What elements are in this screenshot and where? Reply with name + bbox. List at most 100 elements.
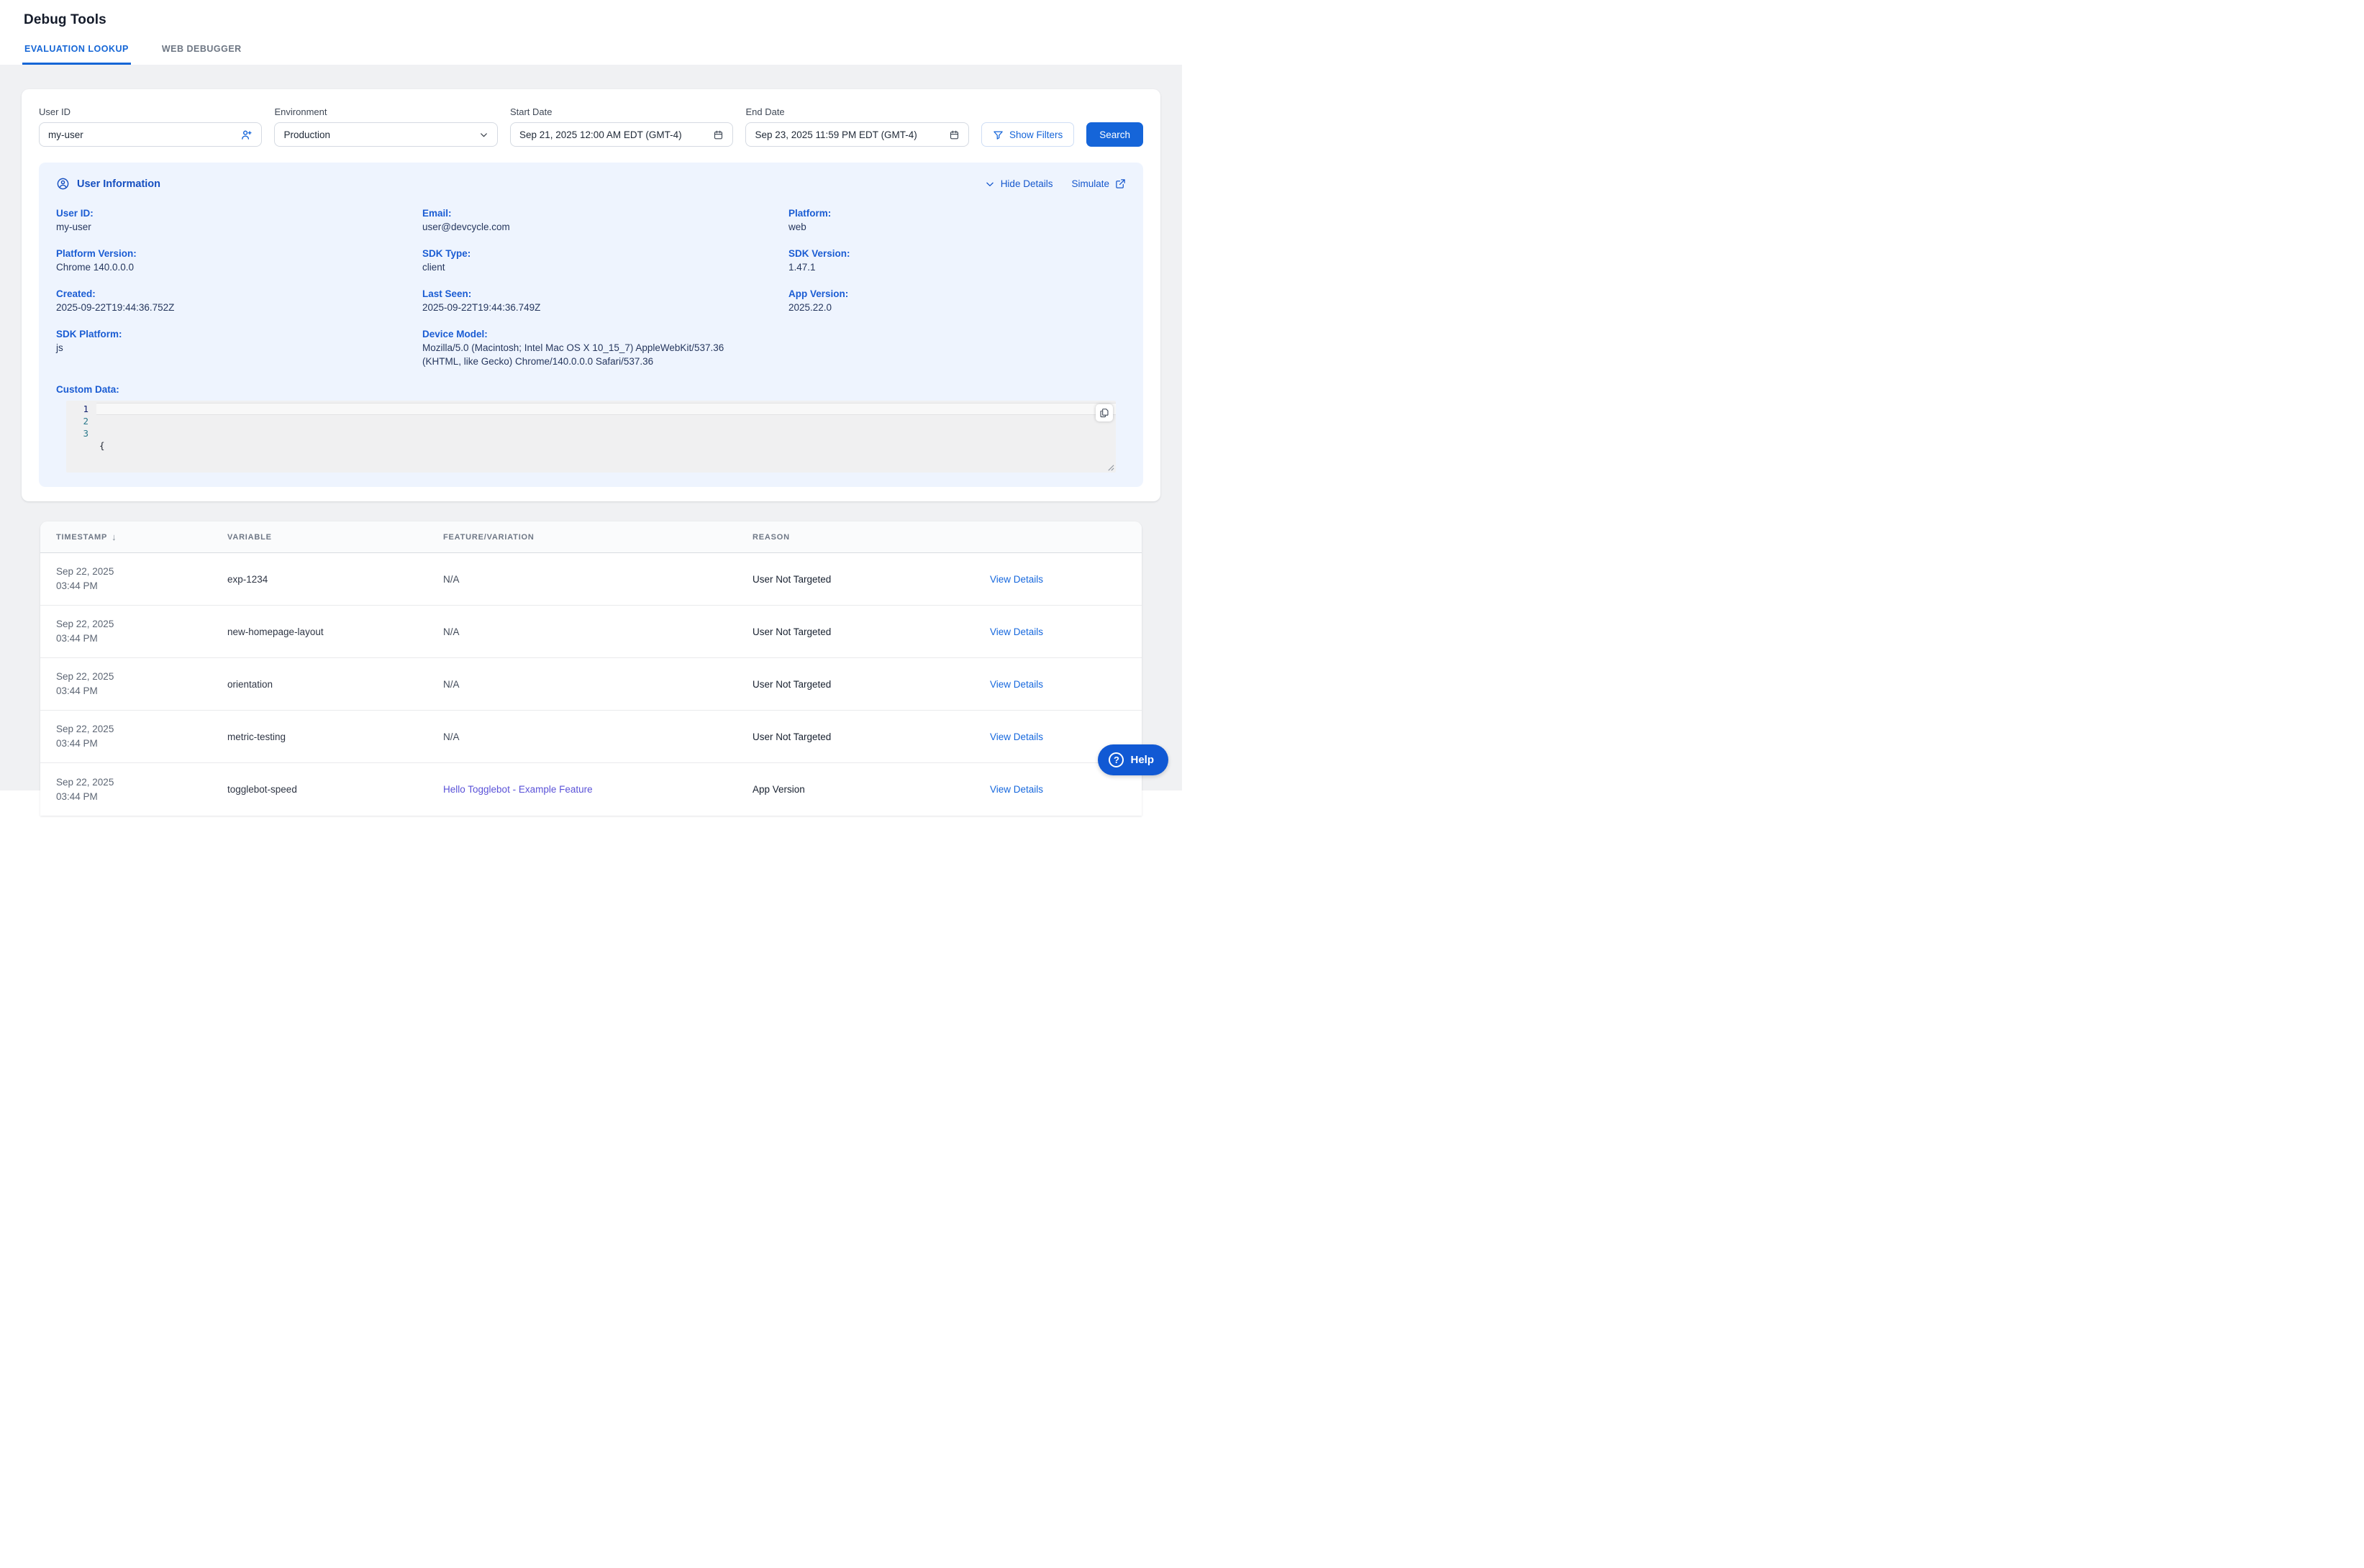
column-header-feature: FEATURE/VARIATION [443,533,753,542]
info-field-sdk-platform: SDK Platform: js [56,329,394,355]
hide-details-link[interactable]: Hide Details [985,178,1053,189]
user-information-panel: User Information Hide Details Simulate [39,163,1143,487]
info-value: 1.47.1 [788,261,1126,275]
start-date-input[interactable]: Sep 21, 2025 12:00 AM EDT (GMT-4) [510,122,733,147]
feature-cell: N/A [443,626,753,637]
feature-cell: N/A [443,679,753,690]
end-date-field: End Date Sep 23, 2025 11:59 PM EDT (GMT-… [745,106,968,147]
simulate-link[interactable]: Simulate [1071,178,1126,189]
info-field-user-id: User ID: my-user [56,208,394,234]
info-field-email: Email: user@devcycle.com [422,208,760,234]
column-header-timestamp[interactable]: TIMESTAMP ↓ [56,532,227,542]
page-title: Debug Tools [24,12,1182,28]
search-button[interactable]: Search [1086,122,1143,147]
info-label: Platform: [788,208,1126,219]
show-filters-label: Show Filters [1009,129,1063,140]
evaluations-table: TIMESTAMP ↓ VARIABLE FEATURE/VARIATION R… [40,521,1142,816]
line-number: 3 [66,427,88,439]
info-value: my-user [56,221,394,234]
code-line-1: { [96,439,1116,452]
filter-funnel-icon [993,129,1004,140]
info-field-app-version: App Version: 2025.22.0 [788,288,1126,315]
info-label: Email: [422,208,760,219]
variable-cell: togglebot-speed [227,784,443,795]
feature-cell: N/A [443,731,753,742]
user-info-title-wrap: User Information [56,177,160,191]
user-info-title: User Information [77,178,160,190]
table-header-row: TIMESTAMP ↓ VARIABLE FEATURE/VARIATION R… [40,521,1142,553]
user-info-header: User Information Hide Details Simulate [56,177,1126,191]
start-date-label: Start Date [510,106,733,117]
view-details-link[interactable]: View Details [990,731,1142,742]
calendar-icon[interactable] [949,129,960,140]
info-value: 2025-09-22T19:44:36.749Z [422,301,760,315]
table-row: Sep 22, 202503:44 PM metric-testing N/A … [40,711,1142,763]
environment-field: Environment Production [274,106,497,147]
sort-descending-icon[interactable]: ↓ [112,532,117,542]
info-value: web [788,221,1126,234]
reason-cell: User Not Targeted [753,731,990,742]
chevron-down-icon [479,130,488,140]
table-row: Sep 22, 202503:44 PM orientation N/A Use… [40,658,1142,711]
reason-cell: User Not Targeted [753,679,990,690]
info-label: Created: [56,288,394,299]
resize-handle[interactable] [1106,463,1114,471]
user-info-actions: Hide Details Simulate [985,178,1126,189]
view-details-link[interactable]: View Details [990,626,1142,637]
show-filters-button[interactable]: Show Filters [981,122,1074,147]
user-info-column-2: Email: user@devcycle.com SDK Type: clien… [422,208,760,382]
end-date-input[interactable]: Sep 23, 2025 11:59 PM EDT (GMT-4) [745,122,968,147]
info-label: SDK Platform: [56,329,394,339]
variable-cell: metric-testing [227,731,443,742]
timestamp-cell: Sep 22, 202503:44 PM [56,722,227,751]
variable-cell: exp-1234 [227,574,443,585]
copy-icon [1099,408,1109,418]
external-link-icon [1115,178,1126,189]
environment-value: Production [283,129,473,140]
tab-evaluation-lookup[interactable]: EVALUATION LOOKUP [22,40,131,65]
info-field-sdk-version: SDK Version: 1.47.1 [788,248,1126,275]
line-number: 1 [66,403,88,415]
line-number: 2 [66,415,88,427]
reason-cell: App Version [753,784,990,795]
info-label: App Version: [788,288,1126,299]
environment-select[interactable]: Production [274,122,497,147]
user-id-input[interactable] [48,129,235,140]
start-date-value: Sep 21, 2025 12:00 AM EDT (GMT-4) [519,129,707,140]
column-header-reason: REASON [753,533,990,542]
table-row: Sep 22, 202503:44 PM new-homepage-layout… [40,606,1142,658]
start-date-field: Start Date Sep 21, 2025 12:00 AM EDT (GM… [510,106,733,147]
code-content[interactable]: { "employee": true } [96,401,1116,473]
chevron-down-icon [985,179,995,189]
info-value: user@devcycle.com [422,221,760,234]
view-details-link[interactable]: View Details [990,784,1142,795]
info-value: 2025-09-22T19:44:36.752Z [56,301,394,315]
help-button[interactable]: ? Help [1098,744,1168,775]
user-add-icon[interactable] [240,129,253,141]
feature-link[interactable]: Hello Togglebot - Example Feature [443,784,593,795]
info-field-platform-version: Platform Version: Chrome 140.0.0.0 [56,248,394,275]
user-id-label: User ID [39,106,262,117]
info-field-created: Created: 2025-09-22T19:44:36.752Z [56,288,394,315]
user-info-grid: User ID: my-user Platform Version: Chrom… [56,208,1126,382]
custom-data-editor[interactable]: 1 2 3 { "employee": true } [66,401,1116,473]
view-details-link[interactable]: View Details [990,574,1142,585]
end-date-label: End Date [745,106,968,117]
simulate-label: Simulate [1071,178,1109,189]
view-details-link[interactable]: View Details [990,679,1142,690]
end-date-value: Sep 23, 2025 11:59 PM EDT (GMT-4) [755,129,942,140]
reason-cell: User Not Targeted [753,626,990,637]
info-label: User ID: [56,208,394,219]
timestamp-cell: Sep 22, 202503:44 PM [56,775,227,804]
info-field-device-model: Device Model: Mozilla/5.0 (Macintosh; In… [422,329,760,369]
copy-button[interactable] [1096,404,1113,421]
user-id-input-wrap [39,122,262,147]
info-label: Platform Version: [56,248,394,259]
table-row: Sep 22, 202503:44 PM exp-1234 N/A User N… [40,553,1142,606]
calendar-icon[interactable] [713,129,724,140]
tab-web-debugger[interactable]: WEB DEBUGGER [160,40,244,65]
feature-cell: N/A [443,574,753,585]
variable-cell: orientation [227,679,443,690]
info-field-sdk-type: SDK Type: client [422,248,760,275]
reason-cell: User Not Targeted [753,574,990,585]
